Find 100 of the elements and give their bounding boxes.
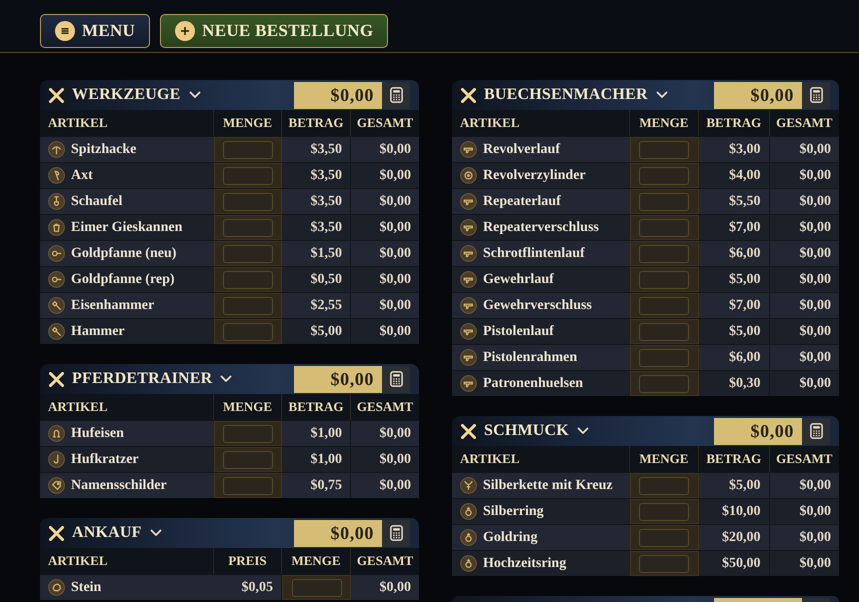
bucket-icon [48, 219, 65, 236]
quantity-input[interactable] [639, 166, 690, 184]
close-icon[interactable] [49, 88, 64, 102]
line-total: $0,00 [800, 246, 831, 262]
line-total: $0,00 [800, 350, 831, 366]
line-total: $0,00 [800, 324, 831, 340]
quantity-input[interactable] [223, 424, 273, 442]
quantity-input[interactable] [639, 374, 690, 392]
line-total: $0,00 [380, 168, 411, 184]
cylinder-icon [460, 167, 477, 184]
calculator-button[interactable] [802, 82, 830, 108]
item-name: Gewehrlauf [483, 272, 554, 288]
calculator-icon [390, 525, 402, 541]
quantity-input[interactable] [639, 140, 690, 158]
line-total: $0,00 [380, 324, 411, 340]
calculator-icon [810, 87, 822, 103]
tag-icon [48, 477, 65, 494]
rock-icon [48, 579, 65, 596]
column-header: GESAMT [775, 450, 834, 468]
item-price: $3,50 [310, 220, 342, 236]
chevron-down-icon[interactable] [150, 529, 162, 537]
item-name: Eisenhammer [71, 298, 154, 314]
pistol-icon [460, 245, 477, 262]
quantity-input[interactable] [639, 528, 690, 546]
quantity-input[interactable] [292, 578, 342, 596]
column-header: GESAMT [356, 114, 414, 132]
calculator-button[interactable] [382, 366, 410, 392]
quantity-input[interactable] [223, 270, 273, 288]
shovel-icon [48, 193, 65, 210]
item-name: Patronenhuelsen [483, 376, 584, 392]
line-total: $0,00 [380, 272, 411, 288]
calculator-icon [390, 87, 402, 103]
item-name: Gewehrverschluss [483, 298, 592, 314]
quantity-input[interactable] [223, 244, 273, 262]
item-price: $3,00 [729, 142, 761, 158]
chevron-down-icon[interactable] [188, 91, 200, 99]
quantity-input[interactable] [639, 476, 690, 494]
ring-icon [460, 503, 477, 520]
line-total: $0,00 [800, 298, 831, 314]
item-name: Goldpfanne (neu) [71, 246, 176, 262]
pistol-icon [460, 271, 477, 288]
quantity-input[interactable] [639, 296, 690, 314]
pistol-icon [460, 297, 477, 314]
item-price: $5,00 [310, 324, 342, 340]
pistol-icon [460, 193, 477, 210]
item-price: $3,50 [310, 142, 342, 158]
pistol-icon [460, 349, 477, 366]
quantity-input[interactable] [639, 348, 690, 366]
quantity-input[interactable] [223, 218, 273, 236]
chevron-down-icon[interactable] [220, 375, 232, 383]
item-price: $20,00 [722, 530, 761, 546]
close-icon[interactable] [461, 424, 476, 438]
item-name: Goldpfanne (rep) [71, 272, 175, 288]
quantity-input[interactable] [639, 244, 690, 262]
line-total: $0,00 [800, 272, 831, 288]
panel-title: ANKAUF [72, 524, 142, 542]
plus-icon [175, 21, 196, 41]
calculator-icon [810, 423, 822, 439]
quantity-input[interactable] [223, 476, 273, 494]
chevron-down-icon[interactable] [576, 427, 589, 435]
quantity-input[interactable] [223, 166, 273, 184]
close-icon[interactable] [461, 88, 476, 102]
calculator-button[interactable] [382, 520, 410, 546]
quantity-input[interactable] [639, 218, 690, 236]
menu-icon [55, 21, 75, 41]
quantity-input[interactable] [223, 140, 273, 158]
item-name: Namensschilder [71, 478, 167, 494]
column-header: GESAMT [775, 114, 834, 132]
hammer-icon [48, 323, 65, 340]
quantity-input[interactable] [223, 450, 273, 468]
item-name: Hufkratzer [71, 452, 139, 468]
quantity-input[interactable] [223, 296, 273, 314]
quantity-input[interactable] [223, 192, 273, 210]
close-icon[interactable] [49, 372, 64, 386]
line-total: $0,00 [800, 504, 831, 520]
panel-total: $0,00 [714, 418, 802, 444]
close-icon[interactable] [49, 526, 64, 540]
pistol-icon [460, 323, 477, 340]
quantity-input[interactable] [639, 192, 690, 210]
calculator-button[interactable] [802, 418, 830, 444]
quantity-input[interactable] [223, 322, 273, 340]
quantity-input[interactable] [639, 502, 690, 520]
panel-total: $0,00 [294, 366, 382, 392]
line-total: $0,00 [800, 194, 831, 210]
hook-icon [48, 451, 65, 468]
quantity-input[interactable] [639, 270, 690, 288]
item-name: Hammer [71, 324, 125, 340]
item-price: $5,00 [729, 324, 761, 340]
panel-title: SCHMUCK [484, 422, 569, 440]
pan-icon [48, 245, 65, 262]
item-price: $0,30 [729, 376, 761, 392]
line-total: $0,00 [800, 142, 831, 158]
item-price: $0,05 [242, 580, 274, 596]
chevron-down-icon[interactable] [656, 91, 668, 99]
menu-button[interactable]: MENU [40, 14, 150, 48]
quantity-input[interactable] [639, 554, 690, 572]
new-order-button[interactable]: NEUE BESTELLUNG [160, 14, 388, 48]
calculator-button[interactable] [382, 82, 410, 108]
quantity-input[interactable] [639, 322, 690, 340]
item-name: Pistolenrahmen [483, 350, 578, 366]
